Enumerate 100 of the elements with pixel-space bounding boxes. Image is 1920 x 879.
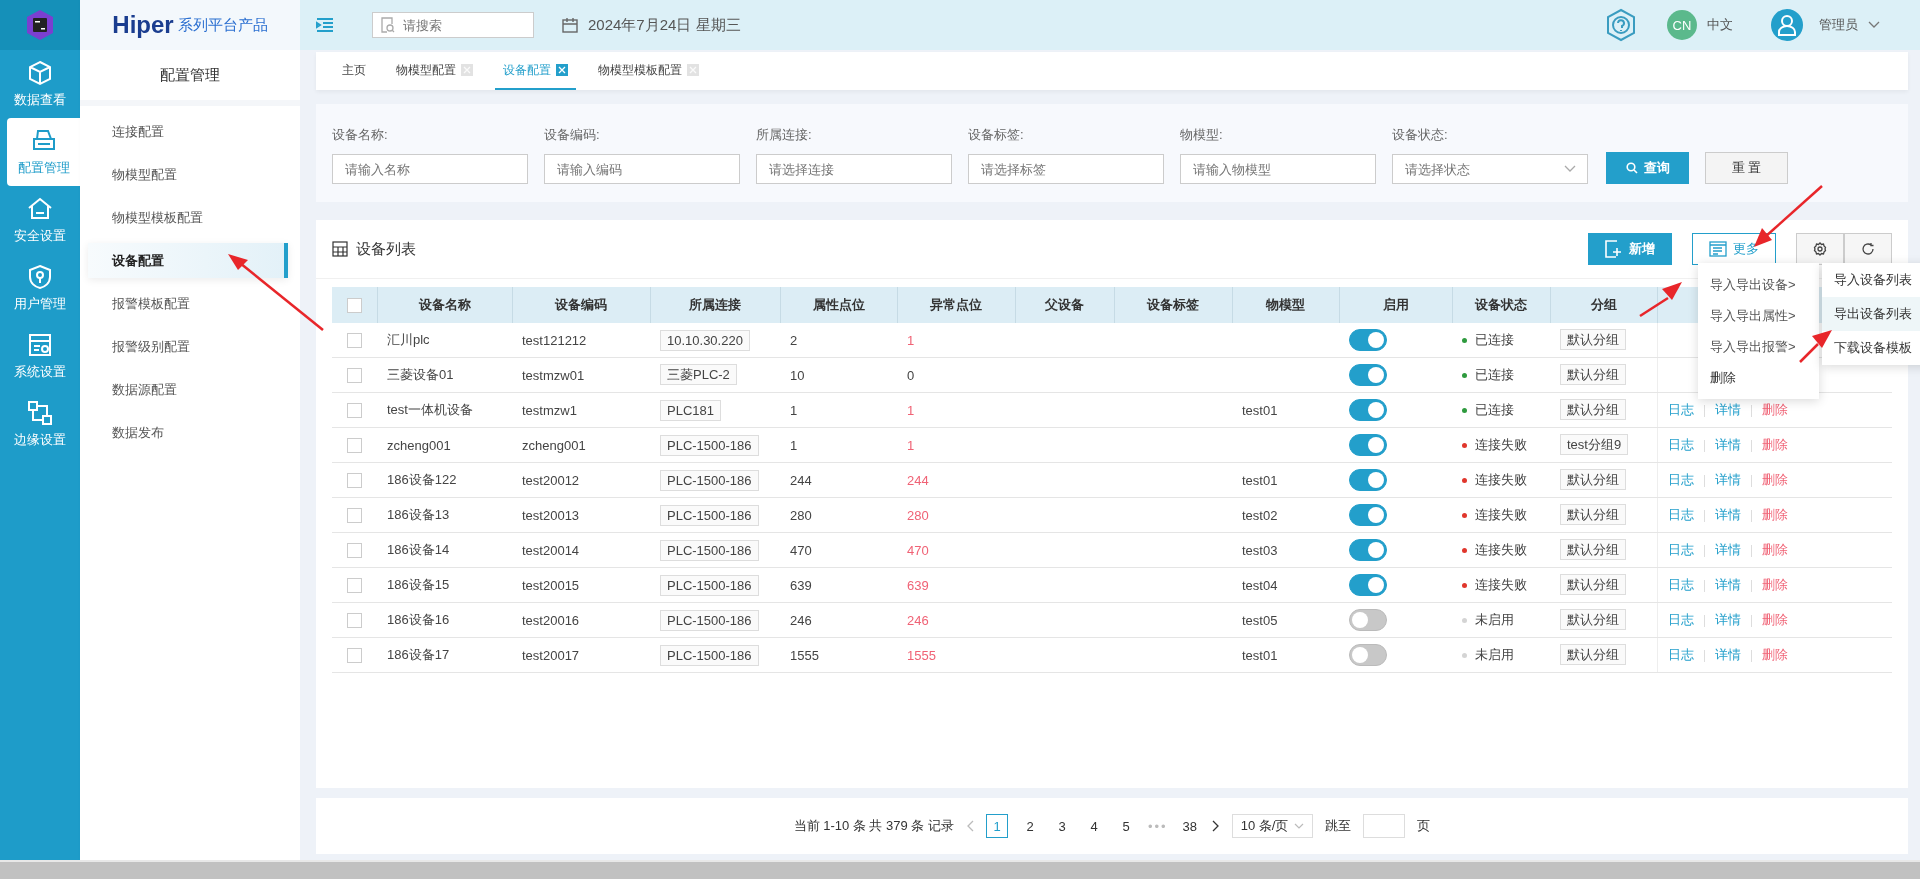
page-tab[interactable]: 主页 [334, 52, 374, 90]
nav-rail-item[interactable]: 边缘设置 [0, 390, 80, 458]
input-field[interactable]: 请输入编码 [544, 154, 740, 184]
action-link[interactable]: 日志 [1667, 612, 1694, 627]
sidebar-item[interactable]: 物模型配置 [88, 157, 288, 192]
sidebar-item[interactable]: 设备配置 [88, 243, 288, 278]
language-label[interactable]: 中文 [1707, 16, 1733, 34]
checkbox[interactable] [347, 333, 362, 349]
action-link[interactable]: 详情 [1714, 612, 1741, 627]
sidebar-item[interactable]: 报警模板配置 [88, 286, 288, 321]
nav-rail-item[interactable]: 安全设置 [0, 186, 80, 254]
delete-link[interactable]: 删除 [1761, 472, 1788, 487]
input-field[interactable]: 请选择连接 [756, 154, 952, 184]
checkbox[interactable] [347, 508, 362, 524]
toggle-switch[interactable] [1349, 329, 1387, 351]
menu-item[interactable]: 导出设备列表 [1822, 297, 1920, 331]
action-link[interactable]: 日志 [1667, 437, 1694, 452]
sidebar-item[interactable]: 连接配置 [88, 114, 288, 149]
nav-rail-item[interactable]: 用户管理 [0, 254, 80, 322]
page-number[interactable]: 38 [1179, 815, 1200, 837]
close-icon[interactable] [687, 64, 699, 76]
delete-link[interactable]: 删除 [1761, 612, 1788, 627]
sidebar-item[interactable]: 报警级别配置 [88, 329, 288, 364]
action-link[interactable]: 日志 [1667, 577, 1694, 592]
toggle-switch[interactable] [1349, 574, 1387, 596]
toggle-switch[interactable] [1349, 434, 1387, 456]
sidebar-item[interactable]: 数据发布 [88, 415, 288, 450]
toggle-switch[interactable] [1349, 644, 1387, 666]
query-button[interactable]: 查询 [1606, 152, 1689, 184]
nav-rail-item[interactable]: 系统设置 [0, 322, 80, 390]
input-field[interactable]: 请输入物模型 [1180, 154, 1376, 184]
nav-rail-item[interactable]: 配置管理 [7, 118, 80, 186]
help-icon[interactable] [1605, 8, 1637, 42]
checkbox[interactable] [347, 473, 362, 489]
menu-item[interactable]: 删除 [1698, 362, 1819, 393]
page-tab[interactable]: 设备配置 [495, 52, 576, 90]
menu-item[interactable]: 导入导出属性> [1698, 300, 1819, 331]
action-link[interactable]: 详情 [1714, 402, 1741, 417]
toggle-switch[interactable] [1349, 504, 1387, 526]
menu-icon[interactable] [316, 18, 334, 32]
action-link[interactable]: 详情 [1714, 577, 1741, 592]
action-link[interactable]: 详情 [1714, 542, 1741, 557]
delete-link[interactable]: 删除 [1761, 542, 1788, 557]
page-size-select[interactable]: 10 条/页 [1231, 814, 1314, 838]
menu-item[interactable]: 导入导出报警> [1698, 331, 1819, 362]
input-field[interactable]: 请输入名称 [332, 154, 528, 184]
action-link[interactable]: 详情 [1714, 437, 1741, 452]
checkbox[interactable] [347, 543, 362, 559]
checkbox[interactable] [347, 368, 362, 384]
action-link[interactable]: 详情 [1714, 647, 1741, 662]
add-button[interactable]: 新增 [1588, 233, 1672, 265]
chevron-right-icon[interactable] [1211, 820, 1220, 832]
page-number[interactable]: 1 [986, 814, 1008, 838]
checkbox[interactable] [347, 578, 362, 594]
chevron-left-icon[interactable] [966, 820, 974, 832]
action-link[interactable]: 日志 [1667, 507, 1694, 522]
delete-link[interactable]: 删除 [1761, 507, 1788, 522]
delete-link[interactable]: 删除 [1761, 647, 1788, 662]
user-name[interactable]: 管理员 [1819, 16, 1858, 34]
action-link[interactable]: 详情 [1714, 507, 1741, 522]
search-field[interactable]: 请搜索 [372, 12, 534, 38]
action-link[interactable]: 日志 [1667, 402, 1694, 417]
refresh-button[interactable] [1844, 233, 1892, 265]
settings-button[interactable] [1796, 233, 1844, 265]
delete-link[interactable]: 删除 [1761, 402, 1788, 417]
menu-item[interactable]: 下载设备模板 [1822, 331, 1920, 365]
chevron-down-icon[interactable] [1868, 21, 1880, 29]
page-input[interactable] [1363, 814, 1406, 838]
delete-link[interactable]: 删除 [1761, 577, 1788, 592]
toggle-switch[interactable] [1349, 609, 1387, 631]
toggle-switch[interactable] [1349, 539, 1387, 561]
checkbox[interactable] [347, 403, 362, 419]
page-number[interactable]: 5 [1116, 815, 1136, 837]
close-icon[interactable] [556, 64, 568, 76]
close-icon[interactable] [461, 64, 473, 76]
menu-item[interactable]: 导入设备列表 [1822, 263, 1920, 297]
page-tab[interactable]: 物模型模板配置 [590, 52, 707, 90]
checkbox[interactable] [346, 298, 362, 314]
action-link[interactable]: 日志 [1667, 472, 1694, 487]
checkbox[interactable] [347, 648, 362, 664]
checkbox[interactable] [347, 613, 362, 629]
reset-button[interactable]: 重 置 [1705, 152, 1788, 184]
action-link[interactable]: 日志 [1667, 647, 1694, 662]
nav-rail-item[interactable]: 数据查看 [0, 50, 80, 118]
menu-item[interactable]: 导入导出设备> [1698, 269, 1819, 300]
user-avatar-icon[interactable] [1771, 9, 1803, 41]
ellipsis[interactable]: ••• [1148, 818, 1168, 834]
action-link[interactable]: 日志 [1667, 542, 1694, 557]
toggle-switch[interactable] [1349, 399, 1387, 421]
page-number[interactable]: 4 [1084, 815, 1104, 837]
delete-link[interactable]: 删除 [1761, 437, 1788, 452]
input-field[interactable]: 请选择标签 [968, 154, 1164, 184]
language-badge[interactable]: CN [1667, 10, 1697, 40]
checkbox[interactable] [347, 438, 362, 454]
scrollbar[interactable] [0, 860, 1920, 879]
page-tab[interactable]: 物模型配置 [388, 52, 481, 90]
select-field[interactable]: 请选择状态 [1392, 154, 1588, 184]
toggle-switch[interactable] [1349, 364, 1387, 386]
page-number[interactable]: 3 [1052, 815, 1072, 837]
sidebar-item[interactable]: 物模型模板配置 [88, 200, 288, 235]
